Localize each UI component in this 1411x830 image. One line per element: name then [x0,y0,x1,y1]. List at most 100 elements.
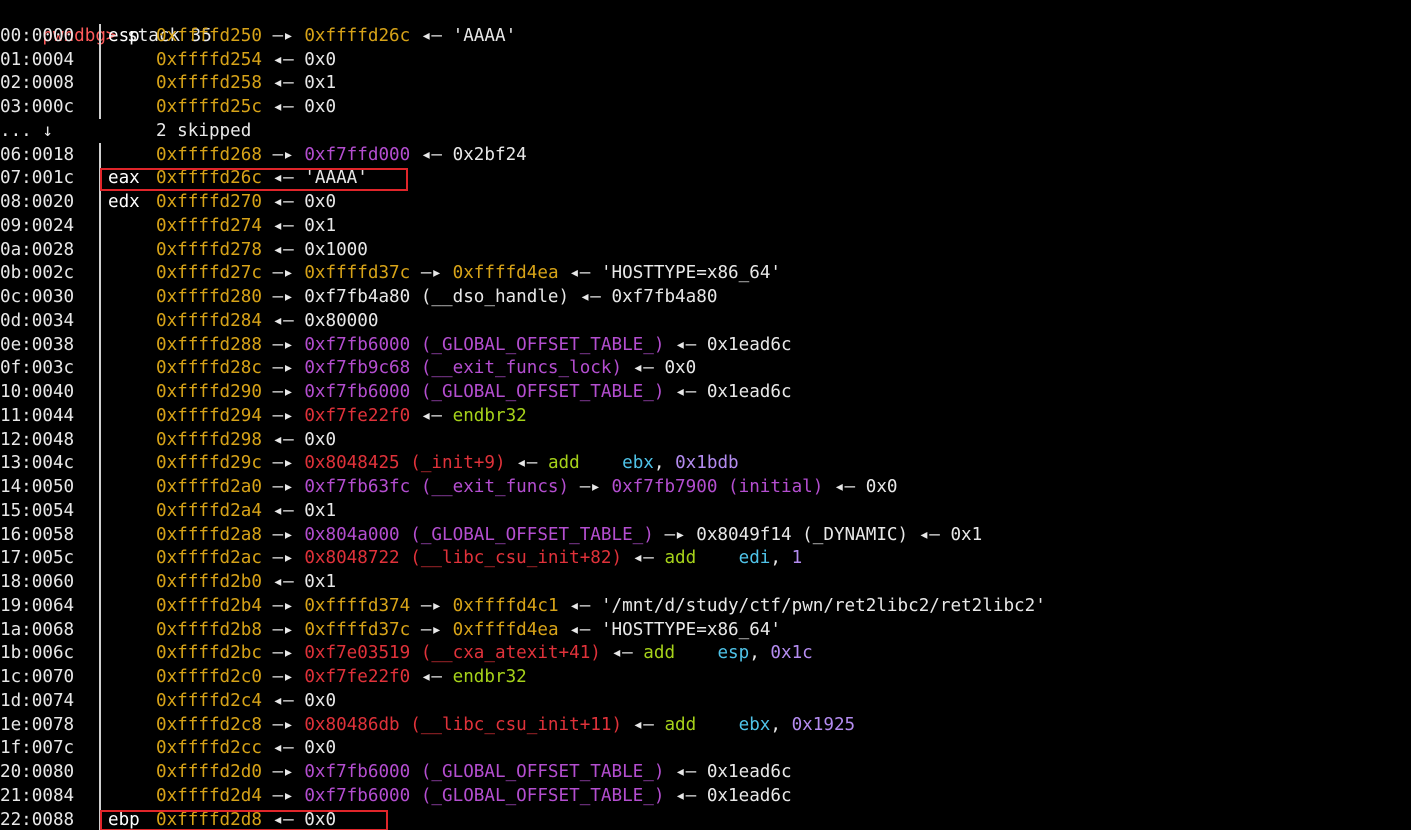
stack-offset: ... ↓ [0,120,53,141]
value-segment: 0xffffd37c [304,619,411,640]
offset-separator [99,570,101,594]
value-segment: —▸ [261,619,305,640]
offset-separator [99,142,101,167]
value-segment: 0xf7fb6000 (_GLOBAL_OFFSET_TABLE_) [304,785,665,806]
stack-offset: 15:0054 [0,500,75,521]
stack-value: 0xffffd270 ◂— 0x0 [156,190,336,214]
value-segment: —▸ [261,667,305,687]
value-segment: —▸ [261,762,305,782]
value-segment: 2 skipped [156,120,252,141]
stack-offset: 0a:0028 [0,239,75,260]
stack-value: 0xffffd274 ◂— 0x1 [156,214,336,238]
offset-separator [99,71,101,96]
value-segment: 0xffffd270 [156,192,262,212]
value-segment: 0xffffd250 [156,25,262,46]
stack-offset: 1f:007c [0,738,75,759]
value-segment: 0xf7fb7900 (initial) [611,477,824,497]
value-segment: , [653,453,676,474]
offset-separator [99,427,101,452]
value-segment: —▸ 0xf7fb4a80 (__dso_handle) ◂— 0xf7fb4a… [261,287,718,307]
value-segment: ◂— 0x0 [622,358,697,379]
stack-value: 0xffffd290 —▸ 0xf7fb6000 (_GLOBAL_OFFSET… [156,380,792,404]
value-segment: '/mnt/d/study/ctf/pwn/ret2libc2/ret2libc… [600,595,1046,616]
value-segment: —▸ [261,595,305,616]
value-segment: 0xffffd29c [156,453,262,474]
stack-offset: 01:0004 [0,49,75,70]
offset-separator [99,712,101,737]
stack-offset: 10:0040 [0,382,75,402]
value-segment: —▸ [261,548,305,569]
eax-highlight-box [100,168,408,191]
stack-offset: 11:0044 [0,405,75,426]
offset-separator [99,522,101,547]
offset-separator [99,451,101,476]
stack-value: 0xffffd2a8 —▸ 0x804a000 (_GLOBAL_OFFSET_… [156,523,982,547]
offset-separator [99,380,101,404]
offset-separator [99,261,101,286]
value-segment: ◂— 0x0 [261,429,337,450]
offset-separator [99,688,101,713]
value-segment: add [643,643,676,664]
value-segment: ◂— 0x1ead6c [664,762,792,782]
value-segment: ◂— 0x1 [261,215,337,236]
value-segment: 0xffffd274 [156,215,262,236]
value-segment: —▸ [261,334,305,355]
stack-value: 0xffffd268 —▸ 0xf7ffd000 ◂— 0x2bf24 [156,143,527,167]
value-segment: ◂— 0x0 [261,690,337,711]
value-segment: 0xffffd280 [156,287,262,307]
value-segment: ◂— [505,453,548,474]
stack-offset: 1b:006c [0,643,75,664]
value-segment: —▸ [261,524,305,545]
value-segment: ◂— 0x1ead6c [664,785,792,806]
stack-offset: 00:0000 [0,25,75,46]
stack-value: 0xffffd2a4 ◂— 0x1 [156,499,336,523]
value-segment: 0xffffd2ac [156,548,262,569]
value-segment: 0xf7fb6000 (_GLOBAL_OFFSET_TABLE_) [304,334,665,355]
value-segment: 0xffffd2b8 [156,619,262,640]
stack-offset: 13:004c [0,453,75,474]
stack-offset: 0b:002c [0,263,75,284]
value-segment: ◂— 0x1ead6c [664,334,792,355]
value-segment: 0x804a000 (_GLOBAL_OFFSET_TABLE_) [304,524,654,545]
stack-value: 0xffffd2c4 ◂— 0x0 [156,689,336,713]
stack-value: 0xffffd254 ◂— 0x0 [156,48,336,72]
stack-offset: 06:0018 [0,144,75,165]
value-segment: 0xf7fb6000 (_GLOBAL_OFFSET_TABLE_) [304,382,665,402]
value-segment: —▸ [261,453,305,474]
offset-separator [99,593,101,618]
value-segment: 0xffffd254 [156,49,262,70]
value-segment: 0xffffd2c8 [156,714,262,735]
stack-value: 0xffffd278 ◂— 0x1000 [156,238,368,262]
stack-offset: 1c:0070 [0,667,75,687]
stack-value: 0xffffd2d0 —▸ 0xf7fb6000 (_GLOBAL_OFFSET… [156,760,792,784]
stack-value: 0xffffd2ac —▸ 0x8048722 (__libc_csu_init… [156,546,802,570]
value-segment: 0xffffd294 [156,405,262,426]
value-segment: —▸ [261,263,305,284]
value-segment: 0xffffd2c4 [156,690,262,711]
value-segment: 'HOSTTYPE=x86_64' [600,619,782,640]
offset-separator [99,498,101,523]
value-segment: 0xffffd374 [304,595,411,616]
value-segment: ebx [622,453,654,474]
value-segment: 0xffffd28c [156,358,262,379]
offset-separator [99,47,101,72]
value-segment: 0xffffd284 [156,310,262,331]
value-segment: —▸ [261,405,305,426]
offset-separator [99,95,101,119]
offset-separator [99,308,101,333]
stack-offset: 03:000c [0,97,75,117]
register-label: edx [108,192,140,212]
value-segment: —▸ [261,358,305,379]
stack-value: 2 skipped [156,119,251,143]
stack-value: 0xffffd250 —▸ 0xffffd26c ◂— 'AAAA' [156,24,516,48]
stack-value: 0xffffd25c ◂— 0x0 [156,95,336,119]
value-segment: 0xf7fe22f0 [304,405,411,426]
value-segment: 0xffffd37c [304,263,411,284]
value-segment: 0xffffd4c1 [452,595,559,616]
stack-value: 0xffffd2a0 —▸ 0xf7fb63fc (__exit_funcs) … [156,475,898,499]
value-segment: 0xffffd4ea [452,619,559,640]
value-segment: 0xffffd258 [156,73,262,94]
stack-offset: 0c:0030 [0,287,75,307]
terminal-window[interactable]: pwndbg> stack 35 00:0000 esp 0xffffd250 —▸… [0,0,1411,830]
stack-offset: 0e:0038 [0,334,75,355]
